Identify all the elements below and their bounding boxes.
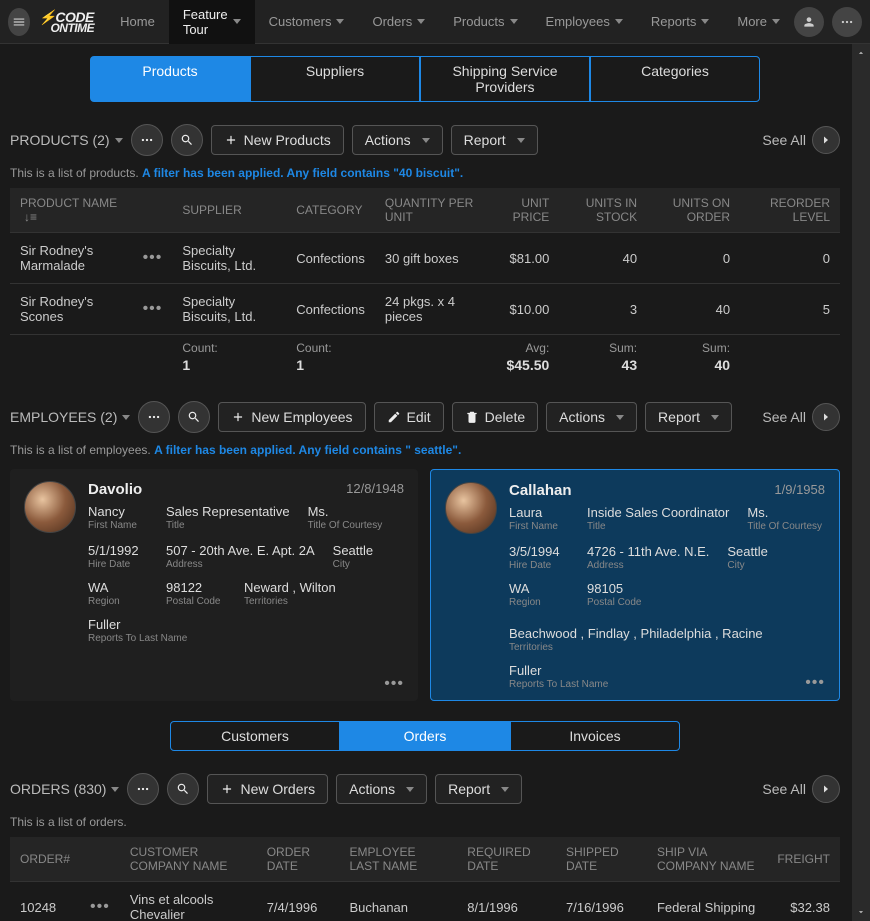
column-header[interactable] bbox=[80, 837, 120, 882]
products-table: PRODUCT NAME ↓≡ SUPPLIERCATEGORYQUANTITY … bbox=[10, 188, 840, 383]
menu-button[interactable] bbox=[8, 8, 30, 36]
column-header[interactable]: ORDER DATE bbox=[257, 837, 340, 882]
nav-orders[interactable]: Orders bbox=[358, 0, 439, 44]
nav-home[interactable]: Home bbox=[106, 0, 169, 44]
avatar bbox=[445, 482, 497, 534]
employee-card[interactable]: 12/8/1948DavolioNancyFirst NameSales Rep… bbox=[10, 469, 418, 701]
employees-actions-button[interactable]: Actions bbox=[546, 402, 637, 432]
orders-search-button[interactable] bbox=[167, 773, 199, 805]
table-row[interactable]: Sir Rodney's Marmalade•••Specialty Biscu… bbox=[10, 233, 840, 284]
column-header[interactable]: REORDER LEVEL bbox=[740, 188, 840, 233]
edit-button[interactable]: Edit bbox=[374, 402, 444, 432]
products-options-button[interactable] bbox=[131, 124, 163, 156]
column-header[interactable] bbox=[133, 188, 173, 233]
new-employees-button[interactable]: New Employees bbox=[218, 402, 365, 432]
employee-card[interactable]: 1/9/1958CallahanLauraFirst NameInside Sa… bbox=[430, 469, 840, 701]
tab-invoices[interactable]: Invoices bbox=[510, 721, 680, 751]
card-menu-icon[interactable]: ••• bbox=[384, 675, 404, 693]
tab-customers[interactable]: Customers bbox=[170, 721, 340, 751]
column-header[interactable]: PRODUCT NAME ↓≡ bbox=[10, 188, 133, 233]
employees-filter-link[interactable]: A filter has been applied. Any field con… bbox=[154, 443, 461, 457]
employees-options-button[interactable] bbox=[138, 401, 170, 433]
table-row[interactable]: Sir Rodney's Scones•••Specialty Biscuits… bbox=[10, 284, 840, 335]
column-header[interactable]: UNITS ON ORDER bbox=[647, 188, 740, 233]
orders-section: ORDERS (830) New Orders Actions Report S… bbox=[0, 759, 850, 921]
column-header[interactable]: UNITS IN STOCK bbox=[559, 188, 647, 233]
products-search-button[interactable] bbox=[171, 124, 203, 156]
nav-feature-tour[interactable]: Feature Tour bbox=[169, 0, 255, 44]
delete-button[interactable]: Delete bbox=[452, 402, 538, 432]
top-bar: ⚡CODEONTIME HomeFeature TourCustomersOrd… bbox=[0, 0, 870, 44]
employees-title[interactable]: EMPLOYEES (2) bbox=[10, 409, 130, 425]
products-actions-button[interactable]: Actions bbox=[352, 125, 443, 155]
top-nav: HomeFeature TourCustomersOrdersProductsE… bbox=[106, 0, 794, 44]
column-header[interactable]: CATEGORY bbox=[286, 188, 375, 233]
products-description: This is a list of products. A filter has… bbox=[10, 162, 840, 188]
products-seeall[interactable]: See All bbox=[762, 126, 840, 154]
products-title[interactable]: PRODUCTS (2) bbox=[10, 132, 123, 148]
column-header[interactable]: SUPPLIER bbox=[172, 188, 286, 233]
nav-customers[interactable]: Customers bbox=[255, 0, 359, 44]
column-header[interactable]: FREIGHT bbox=[767, 837, 840, 882]
products-section: PRODUCTS (2) New Products Actions Report… bbox=[0, 110, 850, 387]
nav-reports[interactable]: Reports bbox=[637, 0, 724, 44]
row-menu-icon[interactable]: ••• bbox=[143, 300, 163, 317]
orders-options-button[interactable] bbox=[127, 773, 159, 805]
row-menu-icon[interactable]: ••• bbox=[90, 898, 110, 915]
employees-search-button[interactable] bbox=[178, 401, 210, 433]
more-button[interactable] bbox=[832, 7, 862, 37]
user-button[interactable] bbox=[794, 7, 824, 37]
column-header[interactable]: UNIT PRICE bbox=[484, 188, 559, 233]
tab-orders[interactable]: Orders bbox=[340, 721, 510, 751]
new-products-button[interactable]: New Products bbox=[211, 125, 344, 155]
birth-date: 12/8/1948 bbox=[346, 481, 404, 496]
column-header[interactable]: SHIPPED DATE bbox=[556, 837, 647, 882]
sort-icon: ↓≡ bbox=[24, 210, 37, 224]
orders-report-button[interactable]: Report bbox=[435, 774, 522, 804]
orders-title[interactable]: ORDERS (830) bbox=[10, 781, 119, 797]
employees-description: This is a list of employees. A filter ha… bbox=[10, 439, 840, 465]
nav-more[interactable]: More bbox=[723, 0, 794, 44]
new-orders-button[interactable]: New Orders bbox=[207, 774, 328, 804]
avatar bbox=[24, 481, 76, 533]
scroll-up-button[interactable] bbox=[852, 44, 870, 62]
tab-suppliers[interactable]: Suppliers bbox=[250, 56, 420, 102]
tab-categories[interactable]: Categories bbox=[590, 56, 760, 102]
column-header[interactable]: SHIP VIA COMPANY NAME bbox=[647, 837, 767, 882]
employees-section: EMPLOYEES (2) New Employees Edit Delete … bbox=[0, 387, 850, 709]
orders-actions-button[interactable]: Actions bbox=[336, 774, 427, 804]
column-header[interactable]: CUSTOMER COMPANY NAME bbox=[120, 837, 257, 882]
tab-products[interactable]: Products bbox=[90, 56, 250, 102]
column-header[interactable]: ORDER# bbox=[10, 837, 80, 882]
column-header[interactable]: EMPLOYEE LAST NAME bbox=[339, 837, 457, 882]
scroll-down-button[interactable] bbox=[852, 903, 870, 921]
scrollbar[interactable] bbox=[852, 44, 870, 921]
orders-tabs: CustomersOrdersInvoices bbox=[0, 709, 850, 759]
products-report-button[interactable]: Report bbox=[451, 125, 538, 155]
orders-seeall[interactable]: See All bbox=[762, 775, 840, 803]
nav-products[interactable]: Products bbox=[439, 0, 531, 44]
card-menu-icon[interactable]: ••• bbox=[805, 674, 825, 692]
employees-report-button[interactable]: Report bbox=[645, 402, 732, 432]
products-filter-link[interactable]: A filter has been applied. Any field con… bbox=[142, 166, 463, 180]
column-header[interactable]: REQUIRED DATE bbox=[457, 837, 556, 882]
orders-description: This is a list of orders. bbox=[10, 811, 840, 837]
birth-date: 1/9/1958 bbox=[774, 482, 825, 497]
tab-shipping-service-providers[interactable]: Shipping Service Providers bbox=[420, 56, 590, 102]
logo: ⚡CODEONTIME bbox=[38, 10, 94, 34]
nav-employees[interactable]: Employees bbox=[532, 0, 637, 44]
employees-seeall[interactable]: See All bbox=[762, 403, 840, 431]
orders-table: ORDER# CUSTOMER COMPANY NAMEORDER DATEEMP… bbox=[10, 837, 840, 921]
row-menu-icon[interactable]: ••• bbox=[143, 249, 163, 266]
table-row[interactable]: 10248•••Vins et alcools Chevalier7/4/199… bbox=[10, 882, 840, 921]
column-header[interactable]: QUANTITY PER UNIT bbox=[375, 188, 484, 233]
products-tabs: ProductsSuppliersShipping Service Provid… bbox=[0, 44, 850, 110]
